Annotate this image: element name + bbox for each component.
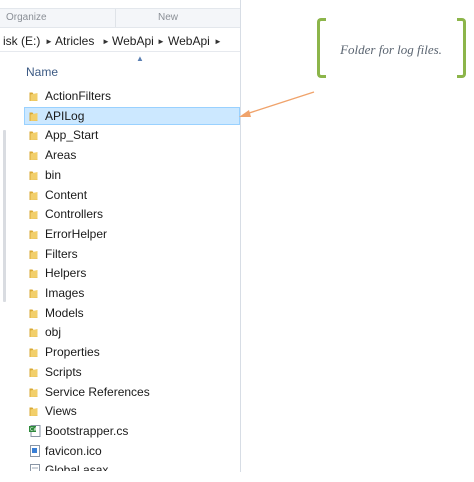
callout-arrow [239, 91, 315, 117]
